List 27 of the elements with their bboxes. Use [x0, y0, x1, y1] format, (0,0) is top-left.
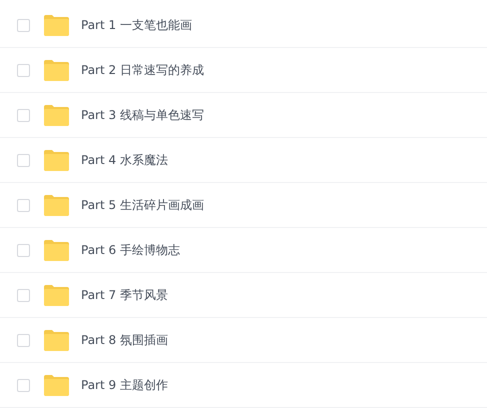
- checkbox[interactable]: [17, 108, 30, 122]
- folder-name[interactable]: Part 4 水系魔法: [81, 151, 168, 169]
- folder-icon: [43, 240, 69, 260]
- folder-icon: [43, 104, 69, 126]
- folder-name[interactable]: Part 7 季节风景: [81, 286, 168, 304]
- folder-icon: [43, 150, 69, 170]
- checkbox[interactable]: [17, 334, 30, 346]
- checkbox[interactable]: [17, 154, 30, 166]
- folder-icon: [43, 60, 69, 80]
- folder-icon: [43, 194, 69, 216]
- folder-icon: [43, 374, 69, 396]
- folder-name[interactable]: Part 2 日常速写的养成: [81, 61, 204, 79]
- checkbox[interactable]: [17, 198, 30, 212]
- folder-icon: [43, 284, 69, 306]
- checkbox[interactable]: [17, 64, 30, 76]
- folder-name[interactable]: Part 8 氛围插画: [81, 331, 168, 349]
- folder-name[interactable]: Part 6 手绘博物志: [81, 241, 180, 259]
- folder-name[interactable]: Part 3 线稿与单色速写: [81, 106, 204, 124]
- checkbox[interactable]: [17, 378, 30, 392]
- folder-icon: [43, 14, 69, 36]
- checkbox[interactable]: [17, 18, 30, 32]
- folder-icon: [43, 330, 69, 350]
- folder-name[interactable]: Part 5 生活碎片画成画: [81, 196, 204, 214]
- checkbox[interactable]: [17, 288, 30, 302]
- folder-name[interactable]: Part 1 一支笔也能画: [81, 16, 192, 34]
- checkbox[interactable]: [17, 244, 30, 256]
- folder-name[interactable]: Part 9 主题创作: [81, 376, 168, 394]
